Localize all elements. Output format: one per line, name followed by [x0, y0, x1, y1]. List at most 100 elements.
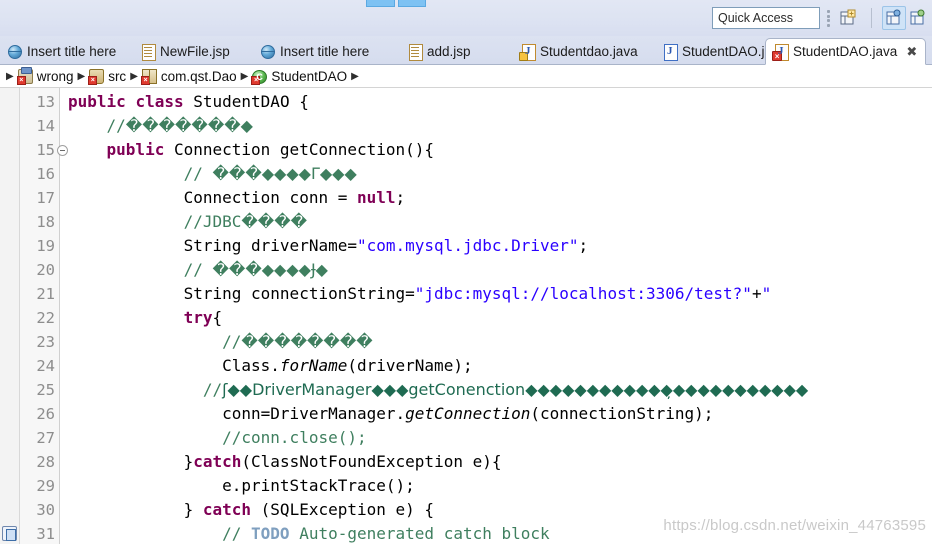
main-toolbar: Quick Access	[0, 0, 932, 36]
code-token-str: "jdbc:mysql://localhost:3306/test?"	[415, 284, 752, 303]
editor-tab-3[interactable]: Insert title here	[253, 38, 377, 65]
line-number: 27	[20, 426, 59, 450]
code-line: //ʃ◆◆DriverManager◆◆◆getConenction◆◆◆◆◆…	[60, 378, 932, 402]
breadcrumb-item-label: src	[108, 69, 126, 84]
error-badge-icon: ×	[251, 76, 260, 85]
code-token-str: "	[762, 284, 772, 303]
line-number: 14	[20, 114, 59, 138]
editor-tab-label: Insert title here	[27, 45, 116, 59]
editor-tab-label: NewFile.jsp	[160, 45, 230, 59]
line-number: 23	[20, 330, 59, 354]
error-badge-icon: ×	[141, 76, 150, 85]
code-editor[interactable]: 13 14 15 16 17 18 19 20 21 22 23 24 25 26 27 28 29 30 31 p…	[0, 88, 932, 544]
line-number: 19	[20, 234, 59, 258]
warning-badge-icon	[519, 52, 528, 61]
tab-close-icon[interactable]: ✖	[906, 45, 917, 58]
editor-tab-label: StudentDAO.java	[793, 45, 897, 59]
code-token-kw: public	[68, 92, 126, 111]
open-perspective-icon[interactable]	[836, 6, 860, 30]
editor-tab-label: add.jsp	[427, 45, 471, 59]
code-token-cm: Auto-generated catch block	[290, 524, 550, 543]
code-line: //conn.close();	[60, 426, 932, 450]
editor-code-area[interactable]: public class StudentDAO { //�������◆ pu…	[60, 88, 932, 544]
code-token-mj: �������◆	[126, 116, 253, 135]
breadcrumb-separator-icon: ▶	[347, 72, 363, 82]
line-number: 17	[20, 186, 59, 210]
breadcrumb-item-label: StudentDAO	[271, 69, 347, 84]
code-line: public Connection getConnection(){	[60, 138, 932, 162]
breadcrumb-separator-icon: ▶	[237, 72, 253, 82]
code-token-cm: //	[68, 332, 241, 351]
code-line: // ���◆◆◆◆Ɉ◆	[60, 258, 932, 282]
line-number: 29	[20, 474, 59, 498]
breadcrumb-separator-icon: ▶	[73, 72, 89, 82]
breadcrumb-item-studentdao[interactable]: × StudentDAO	[252, 69, 347, 84]
breadcrumb-separator-icon: ▶	[2, 72, 18, 82]
java-perspective-icon[interactable]	[882, 6, 906, 30]
breadcrumb-item-src[interactable]: × src	[89, 69, 126, 84]
code-token-pl: }	[68, 500, 203, 519]
toolbar-overflow-stub	[366, 0, 426, 7]
jsp-file-icon	[141, 44, 155, 60]
code-line: Class.forName(driverName);	[60, 354, 932, 378]
code-token-mjd: ʃ◆◆DriverManager◆◆◆getConenction◆◆◆◆◆◆◆…	[222, 380, 808, 399]
line-number: 20	[20, 258, 59, 282]
code-line: }catch(ClassNotFoundException e){	[60, 450, 932, 474]
todo-task-marker-icon[interactable]	[2, 526, 17, 541]
line-number: 22	[20, 306, 59, 330]
java-file-error-icon: ×	[774, 44, 788, 60]
quick-access-input[interactable]: Quick Access	[712, 7, 820, 29]
code-line: e.printStackTrace();	[60, 474, 932, 498]
code-line: //��������	[60, 330, 932, 354]
editor-tab-7[interactable]: × StudentDAO.java ✖	[765, 38, 926, 65]
code-token-tdo: TODO	[251, 524, 290, 543]
code-token-pl: ;	[396, 188, 406, 207]
breadcrumb-item-wrong[interactable]: × wrong	[18, 69, 74, 84]
editor-tab-label: Insert title here	[280, 45, 369, 59]
code-token-pl: (connectionString);	[530, 404, 713, 423]
code-token-cm: //conn.close();	[68, 428, 367, 447]
code-token-mj: ���◆◆◆◆Ɉ◆	[213, 260, 328, 279]
code-line: String driverName="com.mysql.jdbc.Driver…	[60, 234, 932, 258]
code-token-pl: Class.	[68, 356, 280, 375]
editor-tab-5[interactable]: Studentdao.java	[513, 38, 646, 65]
code-line: // ���◆◆◆◆Γ◆◆◆	[60, 162, 932, 186]
code-line: //JDBC����	[60, 210, 932, 234]
line-number: 28	[20, 450, 59, 474]
java-ee-perspective-icon[interactable]	[906, 6, 930, 30]
globe-icon	[8, 45, 22, 59]
line-number: 18	[20, 210, 59, 234]
breadcrumb: ▶×wrong▶×src▶×com.qst.Dao▶×StudentDAO▶	[0, 65, 932, 88]
editor-tab-4[interactable]: add.jsp	[400, 38, 479, 65]
editor-tab-label: Studentdao.java	[540, 45, 638, 59]
code-token-mth: forName	[280, 356, 347, 375]
editor-tab-bar: Insert title here NewFile.jsp Insert title…	[0, 36, 932, 65]
breadcrumb-item-com-qst-dao[interactable]: × com.qst.Dao	[142, 69, 237, 84]
breadcrumb-separator-icon: ▶	[126, 72, 142, 82]
editor-tab-2[interactable]: NewFile.jsp	[133, 38, 238, 65]
code-token-pl: StudentDAO {	[184, 92, 309, 111]
globe-icon	[261, 45, 275, 59]
java-file-icon	[663, 44, 677, 60]
code-token-pl: {	[213, 308, 223, 327]
line-number: 13	[20, 90, 59, 114]
java-file-icon	[521, 44, 535, 60]
code-token-pl: }	[68, 452, 193, 471]
code-token-pl: String driverName=	[68, 236, 357, 255]
code-token-kw: catch	[193, 452, 241, 471]
code-line: } catch (SQLException e) {	[60, 498, 932, 522]
code-token-mth: getConnection	[405, 404, 530, 423]
code-line: String connectionString="jdbc:mysql://lo…	[60, 282, 932, 306]
code-token-mj: ��������	[241, 332, 372, 351]
editor-marker-column[interactable]	[0, 88, 20, 544]
class-icon: ×	[252, 70, 267, 84]
error-badge-icon: ×	[772, 51, 782, 61]
code-token-cm: //	[68, 524, 251, 543]
editor-tab-1[interactable]: Insert title here	[0, 38, 124, 65]
code-line: Connection conn = null;	[60, 186, 932, 210]
toolbar-drag-handle[interactable]	[827, 8, 832, 29]
eclipse-ide-window: Quick Access Insert title here NewFile.j…	[0, 0, 932, 544]
code-token-pl: (ClassNotFoundException e){	[241, 452, 501, 471]
line-number: 24	[20, 354, 59, 378]
code-token-pl: Connection conn =	[68, 188, 357, 207]
